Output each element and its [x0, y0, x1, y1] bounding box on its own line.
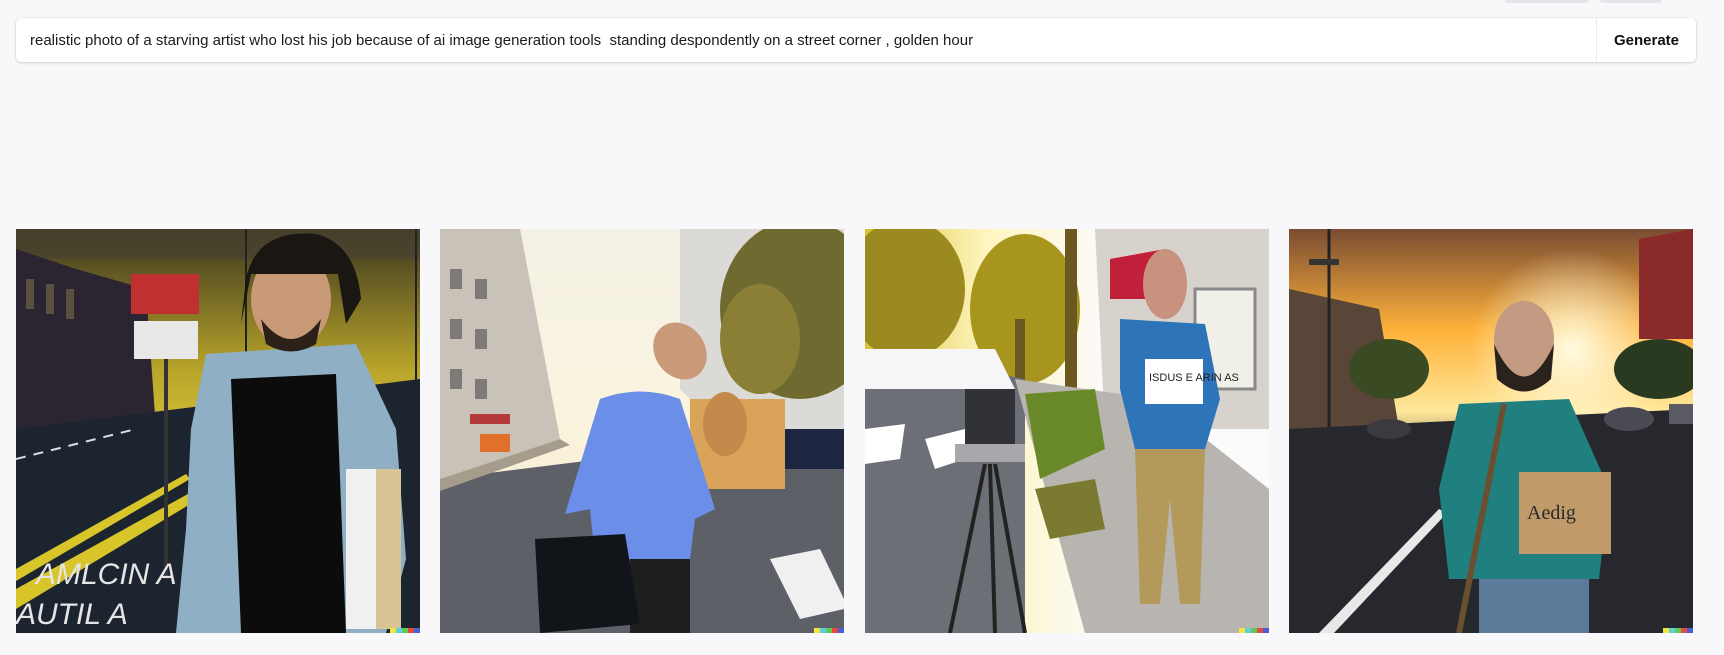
image-grid: AMLCIN A AUTIL A ISDUS E ARIN AS Aedig — [16, 229, 1696, 633]
prompt-bar: Generate — [16, 18, 1696, 62]
signature-swatch — [1663, 628, 1693, 633]
artist-street-photo-4: Aedig — [1289, 229, 1693, 633]
cardboard-sign-text: ISDUS E ARIN AS — [1149, 372, 1239, 384]
generated-image-1[interactable]: AMLCIN A AUTIL A — [16, 229, 420, 633]
street-marking-text-1: AMLCIN A — [34, 558, 177, 591]
street-marking-text-2: AUTIL A — [16, 598, 128, 631]
signature-swatch — [814, 628, 844, 633]
signature-swatch — [1239, 628, 1269, 633]
cardboard-sign-text: Aedig — [1527, 502, 1576, 524]
signature-swatch — [390, 628, 420, 633]
toolbar-button-partial-2[interactable] — [1600, 0, 1662, 3]
toolbar-button-partial[interactable] — [1505, 0, 1589, 3]
prompt-input[interactable] — [16, 18, 1596, 62]
generated-image-4[interactable]: Aedig — [1289, 229, 1693, 633]
artist-street-photo-2 — [440, 229, 844, 633]
generated-image-2[interactable] — [440, 229, 844, 633]
artist-street-photo-3: ISDUS E ARIN AS — [865, 229, 1269, 633]
generate-button[interactable]: Generate — [1597, 18, 1696, 62]
generated-image-3[interactable]: ISDUS E ARIN AS — [865, 229, 1269, 633]
artist-street-photo-1: AMLCIN A AUTIL A — [16, 229, 420, 633]
